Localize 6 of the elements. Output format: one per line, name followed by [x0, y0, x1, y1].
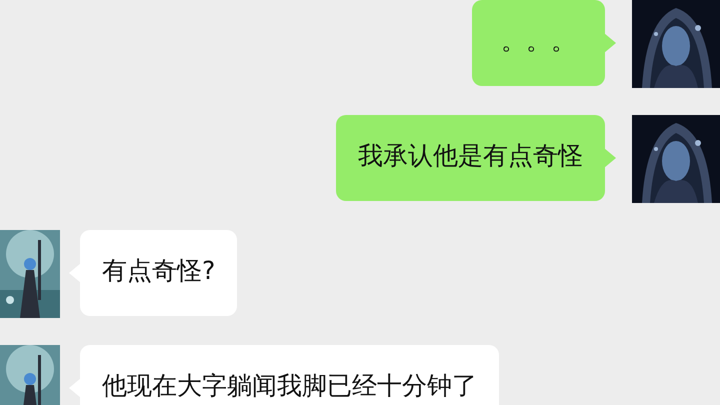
- bubble-tail-icon: [604, 148, 616, 168]
- message-bubble: 。。。: [472, 0, 605, 86]
- message-bubble: 他现在大字躺闻我脚已经十分钟了: [80, 345, 499, 405]
- message-bubble: 有点奇怪?: [80, 230, 238, 316]
- bubble-tail-icon: [604, 33, 616, 53]
- message-bubble: 我承认他是有点奇怪: [336, 115, 605, 201]
